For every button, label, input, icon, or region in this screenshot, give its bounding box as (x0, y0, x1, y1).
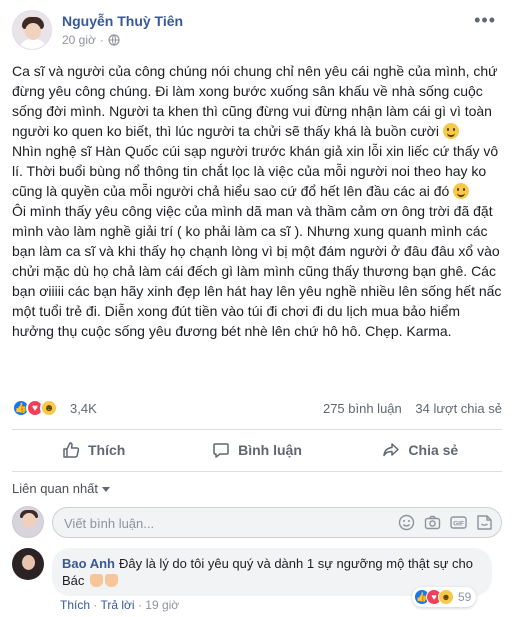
more-options-icon[interactable]: ••• (474, 10, 496, 31)
share-label: Chia sẻ (408, 442, 459, 458)
thumbs-up-icon (63, 442, 80, 458)
comment-label: Bình luận (238, 442, 302, 458)
gif-icon[interactable]: GIF (450, 514, 467, 531)
share-icon (383, 443, 400, 457)
commenter-avatar[interactable] (12, 548, 44, 580)
sticker-icon[interactable] (476, 514, 493, 531)
comment-button[interactable]: Bình luận (175, 434, 338, 466)
comment-count[interactable]: 275 bình luận (323, 401, 402, 416)
haha-reaction-icon: ☻ (40, 399, 58, 417)
post-text: Ca sĩ và người của công chúng nói chung … (12, 61, 504, 341)
comment-input-row: Viết bình luận... GIF (12, 505, 502, 539)
globe-icon (108, 34, 120, 46)
comment-icon (213, 443, 229, 458)
reaction-count[interactable]: 3,4K (70, 401, 97, 416)
comment-input[interactable]: Viết bình luận... GIF (52, 507, 502, 538)
post-meta: 20 giờ · (62, 33, 120, 47)
divider (12, 471, 502, 472)
emoji-icon[interactable] (398, 514, 415, 531)
post-actions: Thích Bình luận Chia sẻ (12, 434, 502, 466)
smile-emoji-icon (453, 183, 470, 199)
author-name[interactable]: Nguyễn Thuỳ Tiên (62, 13, 183, 29)
smile-emoji-icon (442, 123, 459, 139)
share-button[interactable]: Chia sẻ (339, 434, 502, 466)
comment-input-placeholder: Viết bình luận... (64, 516, 155, 531)
author-avatar[interactable] (12, 10, 52, 50)
post-paragraph-3: Ôi mình thấy yêu công việc của mình dã m… (12, 203, 502, 339)
like-label: Thích (87, 442, 126, 458)
comment-sort-dropdown[interactable]: Liên quan nhất (12, 481, 111, 496)
post-header: Nguyễn Thuỳ Tiên 20 giờ · ••• (12, 10, 502, 54)
share-count[interactable]: 34 lượt chia sẻ (415, 401, 502, 416)
divider (12, 429, 502, 430)
comment-reply-link[interactable]: Trả lời (100, 598, 134, 612)
reactions-bar: 👍 ♥ ☻ 3,4K 275 bình luận 34 lượt chia sẻ (12, 399, 502, 419)
comment-time[interactable]: 19 giờ (145, 598, 179, 612)
clapping-hands-emoji-icon (90, 574, 104, 587)
current-user-avatar (12, 506, 44, 538)
clapping-hands-emoji-icon (105, 574, 119, 587)
post-paragraph-2: Nhìn nghệ sĩ Hàn Quốc cúi sạp người trướ… (12, 143, 499, 199)
chevron-down-icon (102, 486, 111, 492)
svg-text:GIF: GIF (453, 520, 464, 527)
like-button[interactable]: Thích (12, 434, 175, 466)
post-time[interactable]: 20 giờ (62, 33, 96, 47)
haha-reaction-icon: ☻ (438, 589, 454, 605)
comment-reactions[interactable]: 👍 ♥ ☻ 59 (412, 587, 477, 607)
camera-icon[interactable] (424, 514, 441, 531)
reaction-icons[interactable]: 👍 ♥ ☻ (12, 399, 58, 417)
comment-like-link[interactable]: Thích (60, 598, 90, 612)
post-paragraph-1: Ca sĩ và người của công chúng nói chung … (12, 63, 498, 139)
comment-text: Đây là lý do tôi yêu quý và dành 1 sự ng… (62, 556, 474, 588)
comment-actions: Thích · Trả lời · 19 giờ (60, 598, 180, 612)
comment-sort-label: Liên quan nhất (12, 481, 99, 496)
comment-reaction-count: 59 (458, 590, 472, 604)
commenter-name[interactable]: Bao Anh (62, 556, 115, 571)
